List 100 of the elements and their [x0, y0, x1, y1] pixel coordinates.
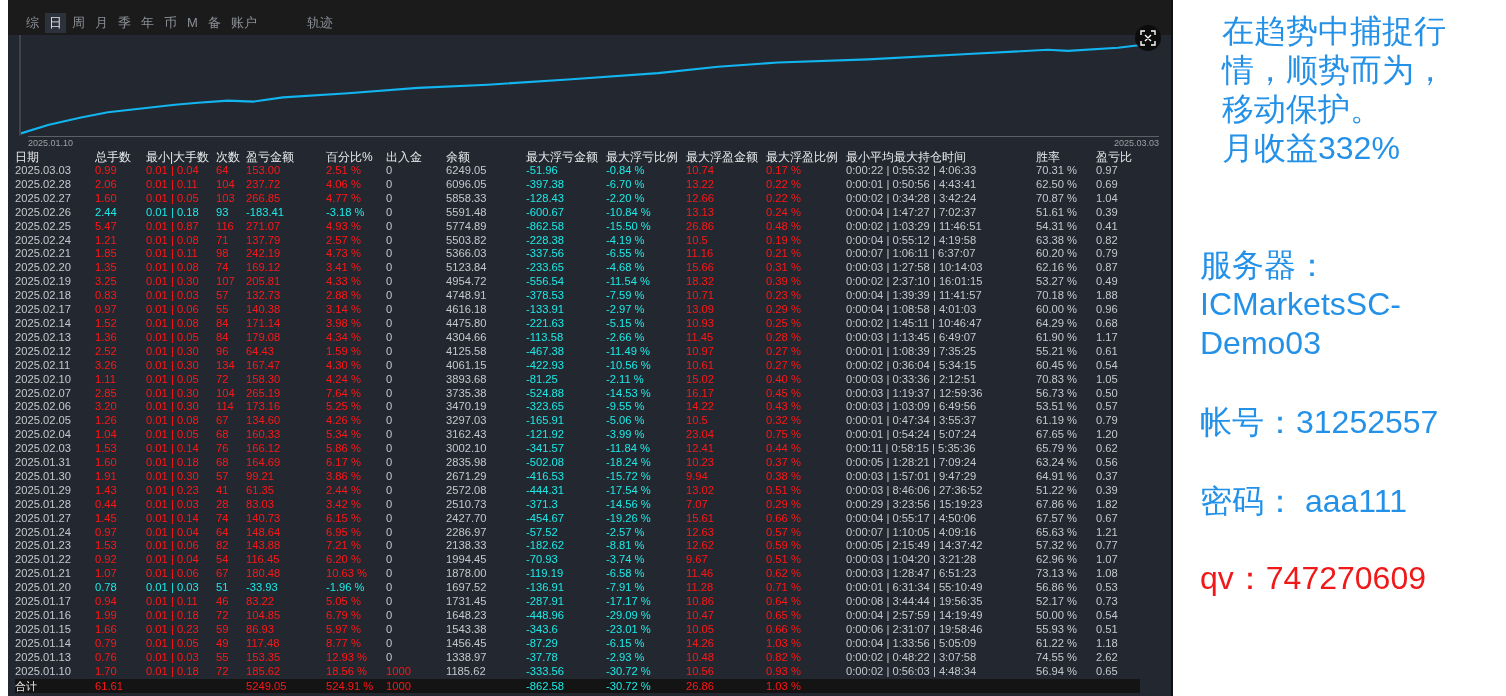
table-cell: 2671.29: [446, 469, 526, 484]
tab[interactable]: M: [183, 12, 202, 33]
table-cell: 0.38 %: [766, 469, 846, 484]
table-cell: 5.97 %: [326, 622, 386, 637]
table-cell: 93: [216, 205, 246, 220]
table-cell: 0:00:02 | 0:56:03 | 4:48:34: [846, 664, 1036, 679]
table-cell: 2025.03.03: [15, 164, 95, 178]
table-cell-text: 1.20: [1096, 428, 1119, 443]
table-cell: 54: [216, 553, 246, 568]
table-cell: -87.29: [526, 636, 606, 651]
table-cell: 4.73 %: [326, 247, 386, 262]
table-cell: 10.05: [686, 622, 766, 637]
tab[interactable]: 币: [160, 12, 181, 33]
table-cell: 0.66 %: [766, 511, 846, 526]
table-cell: 3.98 %: [326, 316, 386, 331]
table-cell-text: 1.17: [1096, 330, 1119, 345]
table-cell: 2025.02.06: [15, 400, 95, 415]
table-cell: 5774.89: [446, 219, 526, 234]
table-cell-text: 1.88: [1096, 289, 1119, 304]
table-cell: 0.01 | 0.18: [146, 456, 216, 470]
close-icon[interactable]: [1135, 25, 1161, 51]
table-cell: 10.63 %: [326, 567, 386, 582]
column-header: 次数: [216, 150, 246, 164]
table-cell: -70.93: [526, 553, 606, 568]
info-text: 在趋势中捕捉行情，顺势而为，移动保护。: [1220, 12, 1447, 129]
table-cell: 1543.38: [446, 622, 526, 637]
table-cell: 18.32: [686, 275, 766, 290]
table-cell: 117.48: [246, 636, 326, 651]
table-cell-text: 0.56: [1096, 456, 1119, 470]
table-cell: 67.86 %: [1036, 497, 1096, 512]
table-cell: 5.25 %: [326, 400, 386, 415]
tab[interactable]: 备: [203, 12, 225, 33]
table-cell: 2025.02.17: [15, 303, 95, 317]
tab[interactable]: 综: [22, 12, 43, 33]
table-cell: 2427.70: [446, 511, 526, 526]
table-cell: -371.3: [526, 497, 606, 512]
table-cell: 0.83: [95, 289, 146, 304]
table-cell: 0: [386, 205, 446, 220]
table-cell: -4.68 %: [606, 261, 686, 276]
table-cell: 2025.02.12: [15, 344, 95, 359]
tab[interactable]: 轨迹: [302, 12, 337, 33]
table-cell: 1878.00: [446, 567, 526, 582]
tab[interactable]: 账户: [226, 12, 261, 33]
table-cell: 2572.08: [446, 483, 526, 498]
total-cell-text: 1.03 %: [766, 678, 802, 693]
table-cell: 153.00: [246, 164, 326, 178]
table-cell: 0: [386, 233, 446, 248]
table-cell: 4.24 %: [326, 372, 386, 387]
column-header: 出入金: [386, 150, 446, 164]
table-cell: 56.94 %: [1036, 664, 1096, 679]
column-header: 胜率: [1036, 150, 1096, 164]
table-cell: 0.01 | 0.06: [146, 303, 216, 317]
table-cell: 6.79 %: [326, 609, 386, 623]
table-cell: 0.01 | 0.30: [146, 386, 216, 401]
table-cell: 0.71 %: [766, 581, 846, 596]
table-cell-text: 0.69: [1096, 177, 1119, 192]
table-cell: 0.01 | 0.03: [146, 650, 216, 665]
tab[interactable]: 日: [45, 12, 66, 33]
table-cell: 4748.91: [446, 289, 526, 304]
table-cell: 55.93 %: [1036, 622, 1096, 637]
table-cell: 0:00:02 | 2:37:10 | 16:01:15: [846, 275, 1036, 290]
table-cell: -29.09 %: [606, 609, 686, 623]
table-cell: 0.01 | 0.05: [146, 636, 216, 651]
table-cell: 0.01 | 0.87: [146, 219, 216, 234]
table-cell: 2025.01.31: [15, 456, 95, 470]
table-cell: 0: [386, 567, 446, 582]
table-cell: 4954.72: [446, 275, 526, 290]
tab[interactable]: 月: [91, 12, 112, 33]
table-cell: 4.33 %: [326, 275, 386, 290]
table-cell: -6.55 %: [606, 247, 686, 262]
table-cell: 2138.33: [446, 539, 526, 554]
table-cell: 1.91: [95, 469, 146, 484]
column-header: 最大浮亏金额: [526, 150, 606, 164]
table-cell: -333.56: [526, 664, 606, 679]
table-cell: 143.88: [246, 539, 326, 554]
table-cell: 61.22 %: [1036, 636, 1096, 651]
table-cell: 2.85: [95, 386, 146, 401]
table-cell: 0:00:04 | 2:57:59 | 14:19:49: [846, 609, 1036, 623]
column-header: 最小|大手数: [146, 150, 216, 164]
table-cell: 0: [386, 372, 446, 387]
tab[interactable]: 年: [137, 12, 158, 33]
tab[interactable]: 周: [68, 12, 89, 33]
table-cell: -17.17 %: [606, 595, 686, 609]
column-header: 盈亏金额: [246, 150, 326, 164]
table-cell: 1.26: [95, 414, 146, 429]
table-cell: -221.63: [526, 316, 606, 331]
table-cell: 2025.02.10: [15, 372, 95, 387]
table-cell: 1.36: [95, 330, 146, 345]
table-cell: 0: [386, 177, 446, 192]
table-cell: 0.21 %: [766, 247, 846, 262]
table-cell: 0:00:03 | 1:13:45 | 6:49:07: [846, 330, 1036, 345]
tab[interactable]: 季: [114, 12, 135, 33]
table-cell: 11.28: [686, 581, 766, 596]
table-cell: -17.54 %: [606, 483, 686, 498]
table-cell: 1.52: [95, 316, 146, 331]
table-cell: 5503.82: [446, 233, 526, 248]
table-cell: 0.45 %: [766, 386, 846, 401]
table-cell: 98: [216, 247, 246, 262]
total-cell-text: 524.91 %: [326, 678, 375, 693]
table-cell: 0.01 | 0.05: [146, 428, 216, 443]
